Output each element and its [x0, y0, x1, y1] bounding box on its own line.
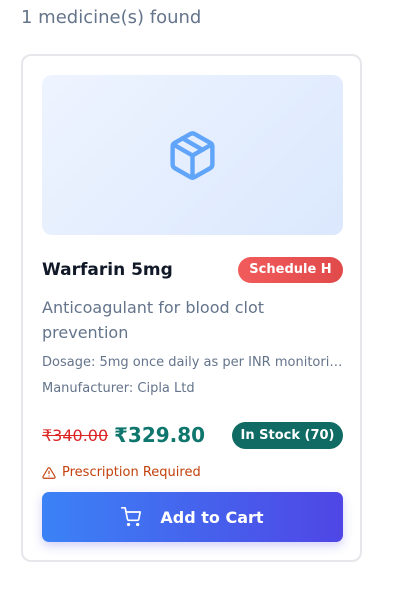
medicine-description: Anticoagulant for blood clot prevention — [42, 298, 265, 342]
warning-icon — [42, 467, 56, 479]
prescription-required-label: Prescription Required — [62, 465, 201, 480]
results-count: 1 medicine(s) found — [21, 7, 202, 28]
package-icon — [170, 131, 215, 180]
manufacturer-text: Manufacturer: Cipla Ltd — [42, 381, 195, 396]
dosage-text: Dosage: 5mg once daily as per INR monito… — [42, 355, 343, 370]
product-image-placeholder — [42, 75, 343, 235]
prescription-required-note: Prescription Required — [42, 464, 201, 482]
current-price: ₹329.80 — [114, 423, 206, 447]
schedule-badge: Schedule H — [238, 257, 343, 283]
cart-icon — [121, 507, 142, 527]
original-price: ₹340.00 — [42, 426, 109, 445]
stock-badge: In Stock (70) — [232, 422, 343, 449]
add-to-cart-button[interactable]: Add to Cart — [42, 492, 343, 542]
add-to-cart-label: Add to Cart — [160, 507, 264, 527]
medicine-card: Warfarin 5mg Schedule H Anticoagulant fo… — [21, 54, 362, 562]
medicine-name: Warfarin 5mg — [42, 260, 173, 280]
